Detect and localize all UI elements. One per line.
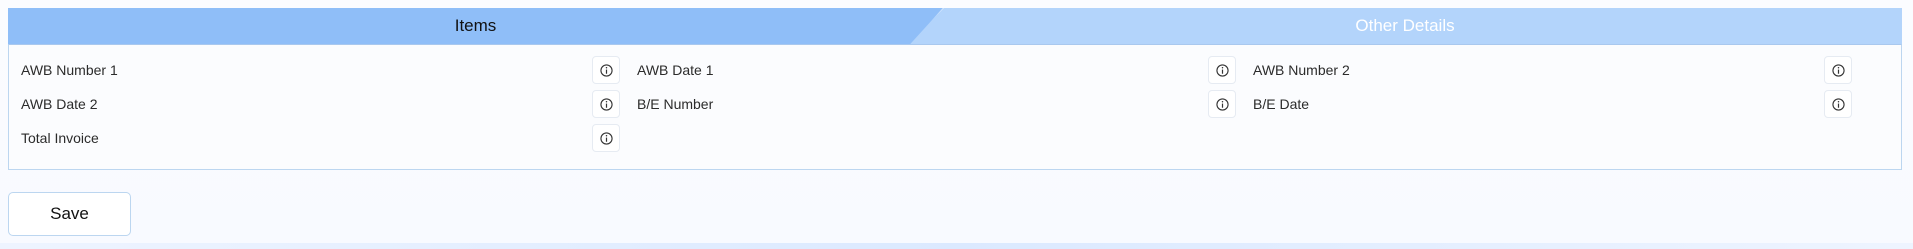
field-label: B/E Date [1253,96,1310,112]
field-label: AWB Date 2 [21,96,98,112]
info-icon[interactable] [592,56,620,84]
tab-bar: Other Details Items [8,8,1902,44]
save-button[interactable]: Save [8,192,131,236]
info-icon[interactable] [1824,90,1852,118]
field-label: Total Invoice [21,130,99,146]
field-be-number: B/E Number [625,89,1241,119]
field-be-date: B/E Date [1241,89,1857,119]
info-icon[interactable] [1208,90,1236,118]
field-label: AWB Date 1 [637,62,714,78]
info-icon[interactable] [1824,56,1852,84]
field-awb-number-1: AWB Number 1 [9,55,625,85]
fields-panel: AWB Number 1 AWB Date 1 AWB Number 2 AWB… [8,44,1902,170]
page-background: Other Details Items AWB Number 1 AWB Dat… [0,0,1913,249]
info-icon[interactable] [592,90,620,118]
bottom-divider [0,243,1913,249]
info-icon[interactable] [592,124,620,152]
tab-items-label: Items [454,16,497,35]
field-awb-date-2: AWB Date 2 [9,89,625,119]
field-label: AWB Number 1 [21,62,118,78]
field-label: B/E Number [637,96,714,112]
tab-items[interactable]: Items [8,8,943,44]
field-awb-date-1: AWB Date 1 [625,55,1241,85]
field-label: AWB Number 2 [1253,62,1350,78]
tab-other-details-label: Other Details [1355,16,1455,35]
field-awb-number-2: AWB Number 2 [1241,55,1857,85]
info-icon[interactable] [1208,56,1236,84]
tab-other-details[interactable]: Other Details [908,8,1902,44]
field-total-invoice: Total Invoice [9,123,625,153]
